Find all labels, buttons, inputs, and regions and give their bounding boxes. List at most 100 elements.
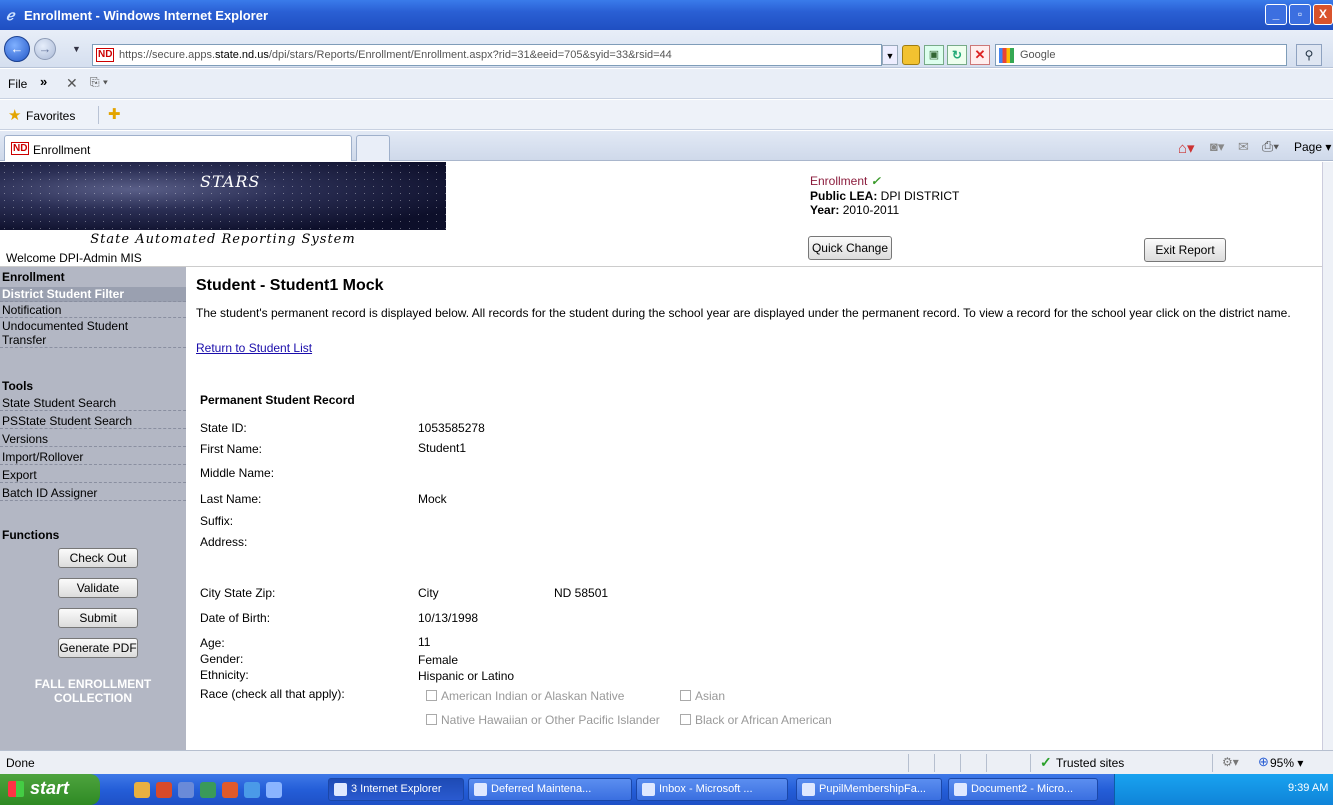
taskbar-item-deferred-maintenance[interactable]: Deferred Maintena... (468, 778, 632, 801)
zoom-level[interactable]: 95% ▾ (1270, 756, 1303, 770)
recent-pages-dropdown[interactable]: ▼ (72, 44, 81, 54)
sidebar-heading-functions: Functions (2, 528, 60, 542)
age-label: Age: (200, 636, 225, 650)
sidebar: Enrollment District Student Filter Notif… (0, 267, 186, 750)
favorites-button[interactable]: Favorites (26, 109, 75, 123)
status-text: Done (6, 756, 35, 770)
quick-change-button[interactable]: Quick Change (808, 236, 892, 260)
favorites-star-icon[interactable]: ★ (8, 106, 21, 124)
protected-mode-icon[interactable]: ⚙▾ (1222, 755, 1239, 769)
print-icon[interactable]: ⎙▾ (1262, 138, 1279, 155)
validate-button[interactable]: Validate (58, 578, 138, 598)
year-info: Year: 2010-2011 (810, 203, 900, 217)
security-zone[interactable]: Trusted sites (1056, 756, 1124, 770)
stop-icon[interactable]: ✕ (970, 45, 990, 65)
quicklaunch-icon[interactable] (222, 782, 238, 798)
home-icon[interactable]: ⌂▾ (1178, 139, 1195, 157)
taskbar-item-internet-explorer[interactable]: 3 Internet Explorer (328, 778, 464, 801)
taskbar-clock[interactable]: 9:39 AM (1288, 782, 1328, 794)
refresh-icon[interactable]: ↻ (947, 45, 967, 65)
maximize-button[interactable]: ▫ (1289, 4, 1311, 25)
start-button[interactable]: start (0, 774, 100, 805)
vertical-scrollbar[interactable] (1322, 162, 1333, 750)
sidebar-item-district-student-filter[interactable]: District Student Filter (0, 287, 186, 302)
search-icon[interactable]: ⚲ (1296, 44, 1322, 66)
sidebar-item-state-student-search[interactable]: State Student Search (0, 396, 186, 411)
sidebar-item-transfer[interactable]: Transfer (0, 333, 186, 348)
taskbar-item-inbox[interactable]: Inbox - Microsoft ... (636, 778, 788, 801)
middle-name-label: Middle Name: (200, 466, 275, 480)
menu-overflow-icon[interactable]: » (40, 74, 47, 89)
ie-quicklaunch-icon[interactable] (244, 782, 260, 798)
address-url: https://secure.apps.state.nd.us/dpi/star… (119, 49, 672, 61)
submit-button[interactable]: Submit (58, 608, 138, 628)
taskbar-item-document2[interactable]: Document2 - Micro... (948, 778, 1098, 801)
add-favorite-icon[interactable]: ✚ (108, 105, 121, 123)
last-name-value: Mock (418, 492, 447, 506)
race-checkbox-american-indian[interactable]: American Indian or Alaskan Native (426, 689, 624, 703)
window-title: Enrollment - Windows Internet Explorer (24, 8, 269, 23)
tab-favicon-icon: ND (11, 142, 30, 155)
sidebar-item-export[interactable]: Export (0, 468, 186, 483)
state-zip-value: ND 58501 (554, 586, 609, 600)
tab-bar: ND Enrollment ⌂▾ ◙▾ ✉ ⎙▾ Page ▾ (0, 131, 1333, 161)
intro-text: The student's permanent record is displa… (196, 306, 1291, 320)
page-title: Student - Student1 Mock (196, 277, 384, 294)
race-checkbox-black[interactable]: Black or African American (680, 713, 832, 727)
city-value: City (418, 586, 439, 600)
address-dropdown-icon[interactable]: ▼ (882, 45, 898, 65)
divider (0, 266, 1322, 267)
exit-report-button[interactable]: Exit Report (1144, 238, 1226, 262)
city-state-zip-label: City State Zip: (200, 586, 276, 600)
quicklaunch-icon[interactable] (134, 782, 150, 798)
gender-value: Female (418, 653, 459, 667)
sidebar-heading-tools: Tools (2, 379, 34, 393)
lea-info: Public LEA: DPI DISTRICT (810, 189, 960, 203)
lock-icon[interactable] (902, 45, 920, 65)
race-checkbox-asian[interactable]: Asian (680, 689, 725, 703)
compatibility-view-icon[interactable]: ▣ (924, 45, 944, 65)
new-tab-button[interactable] (356, 135, 390, 161)
quicklaunch-icon[interactable] (178, 782, 194, 798)
check-out-button[interactable]: Check Out (58, 548, 138, 568)
generate-pdf-button[interactable]: Generate PDF (58, 638, 138, 658)
ethnicity-label: Ethnicity: (200, 668, 249, 682)
back-button[interactable]: ← (4, 36, 30, 62)
sidebar-item-import-rollover[interactable]: Import/Rollover (0, 450, 186, 465)
record-heading: Permanent Student Record (200, 393, 355, 407)
web-page: STARS State Automated Reporting System W… (0, 162, 1322, 750)
sidebar-item-versions[interactable]: Versions (0, 432, 186, 447)
status-bar: Done ✓ Trusted sites ⚙▾ ⊕ 95% ▾ (0, 750, 1333, 774)
report-title: Enrollment ✓ (810, 174, 881, 188)
quicklaunch-icon[interactable] (266, 782, 282, 798)
dob-value: 10/13/1998 (418, 611, 479, 625)
feeds-icon[interactable]: ◙▾ (1210, 139, 1224, 155)
convert-icon[interactable]: ⎘ ▾ (90, 75, 108, 90)
quicklaunch-icon[interactable] (156, 782, 172, 798)
sidebar-item-undocumented-student[interactable]: Undocumented Student (0, 319, 186, 333)
close-button[interactable]: X (1313, 4, 1333, 25)
search-input[interactable]: Google (995, 44, 1287, 66)
page-menu[interactable]: Page ▾ (1294, 140, 1331, 154)
taskbar-item-pupilmembership[interactable]: PupilMembershipFa... (796, 778, 942, 801)
race-checkbox-native-hawaiian[interactable]: Native Hawaiian or Other Pacific Islande… (426, 713, 660, 727)
sidebar-item-batch-id-assigner[interactable]: Batch ID Assigner (0, 486, 186, 501)
ethnicity-value: Hispanic or Latino (418, 669, 515, 683)
menu-file[interactable]: File (8, 77, 27, 91)
gender-label: Gender: (200, 652, 244, 666)
trusted-zone-icon: ✓ (1040, 754, 1052, 770)
address-input[interactable]: ND https://secure.apps.state.nd.us/dpi/s… (92, 44, 882, 66)
quicklaunch-icon[interactable] (200, 782, 216, 798)
minimize-button[interactable]: _ (1265, 4, 1287, 25)
menu-bar: File » ✕ ⎘ ▾ (0, 69, 1333, 99)
windows-taskbar: start 3 Internet Explorer Deferred Maint… (0, 774, 1333, 805)
forward-button[interactable]: → (34, 38, 56, 60)
close-toolbar-icon[interactable]: ✕ (66, 75, 78, 92)
return-to-student-list-link[interactable]: Return to Student List (196, 341, 312, 355)
sidebar-item-psstate-student-search[interactable]: PSState Student Search (0, 414, 186, 429)
tab-enrollment[interactable]: ND Enrollment (4, 135, 352, 161)
age-value: 11 (418, 635, 431, 649)
mail-icon[interactable]: ✉ (1238, 139, 1249, 155)
app-subtitle: State Automated Reporting System (90, 232, 356, 247)
sidebar-item-notification[interactable]: Notification (0, 303, 186, 318)
